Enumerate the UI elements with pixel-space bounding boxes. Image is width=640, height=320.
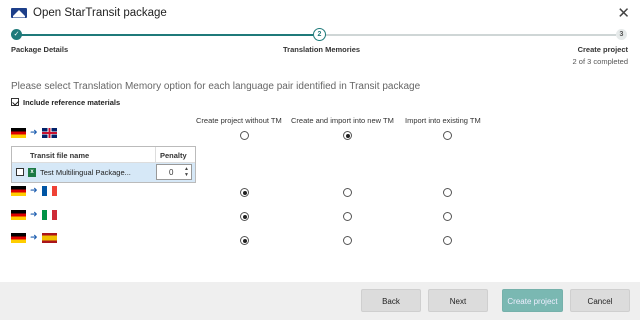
spain-flag-icon	[41, 232, 57, 243]
include-reference-checkbox[interactable]	[11, 98, 19, 106]
stepper-line-completed	[17, 34, 313, 36]
de-it-new-tm-radio[interactable]	[343, 212, 352, 221]
column-header-existing-tm: Import into existing TM	[405, 116, 481, 125]
title-bar: Open StarTransit package ✕	[0, 0, 640, 26]
arrow-right-icon: ➜	[30, 209, 38, 219]
step-1-label: Package Details	[11, 45, 69, 54]
german-flag-icon	[11, 209, 26, 220]
column-header-penalty: Penalty	[160, 151, 187, 160]
german-flag-icon	[11, 185, 26, 196]
instruction-text: Please select Translation Memory option …	[11, 81, 421, 92]
startransit-app-icon	[11, 8, 27, 18]
back-button[interactable]: Back	[361, 289, 421, 312]
excel-file-icon: x	[28, 168, 36, 177]
step-2-indicator: 2	[313, 28, 326, 41]
transit-file-table: Transit file name Penalty x Test Multili…	[11, 146, 196, 183]
file-row-checkbox[interactable]	[16, 168, 24, 176]
penalty-value[interactable]: 0	[169, 168, 173, 177]
close-icon[interactable]: ✕	[617, 4, 630, 22]
transit-file-name: Test Multilingual Package...	[40, 168, 131, 177]
de-en-new-tm-radio[interactable]	[343, 131, 352, 140]
de-es-no-tm-radio[interactable]	[240, 236, 249, 245]
column-divider	[155, 147, 156, 162]
arrow-right-icon: ➜	[30, 127, 38, 137]
de-it-existing-tm-radio[interactable]	[443, 212, 452, 221]
column-header-file-name: Transit file name	[30, 151, 90, 160]
include-reference-label: Include reference materials	[23, 97, 121, 107]
de-en-no-tm-radio[interactable]	[240, 131, 249, 140]
step-2-label: Translation Memories	[283, 45, 361, 54]
de-es-existing-tm-radio[interactable]	[443, 236, 452, 245]
german-flag-icon	[11, 232, 26, 243]
step-progress-text: 2 of 3 completed	[572, 57, 628, 66]
language-pair-de-fr: ➜	[11, 185, 57, 196]
france-flag-icon	[41, 185, 57, 196]
window-title: Open StarTransit package	[33, 7, 167, 19]
table-row[interactable]: x Test Multilingual Package... 0 ▲ ▼	[12, 163, 195, 182]
decrement-arrow-icon[interactable]: ▼	[184, 173, 189, 178]
column-header-new-tm: Create and import into new TM	[291, 116, 394, 125]
step-1-checkmark-icon: ✓	[11, 29, 22, 40]
language-pair-de-it: ➜	[11, 209, 57, 220]
de-fr-existing-tm-radio[interactable]	[443, 188, 452, 197]
create-project-button[interactable]: Create project	[502, 289, 563, 312]
de-it-no-tm-radio[interactable]	[240, 212, 249, 221]
step-3-label: Create project	[577, 45, 628, 54]
next-button[interactable]: Next	[428, 289, 488, 312]
cancel-button[interactable]: Cancel	[570, 289, 630, 312]
de-en-existing-tm-radio[interactable]	[443, 131, 452, 140]
wizard-footer: Back Next Create project Cancel	[0, 282, 640, 320]
stepper-line-pending	[325, 34, 616, 36]
italy-flag-icon	[41, 209, 57, 220]
language-pair-de-en: ➜	[11, 127, 57, 138]
language-pair-de-es: ➜	[11, 232, 57, 243]
arrow-right-icon: ➜	[30, 185, 38, 195]
german-flag-icon	[11, 127, 26, 138]
step-3-indicator: 3	[616, 29, 627, 40]
de-es-new-tm-radio[interactable]	[343, 236, 352, 245]
column-header-no-tm: Create project without TM	[196, 116, 282, 125]
de-fr-new-tm-radio[interactable]	[343, 188, 352, 197]
include-reference-option[interactable]: Include reference materials	[11, 97, 120, 107]
table-header: Transit file name Penalty	[12, 147, 195, 163]
arrow-right-icon: ➜	[30, 232, 38, 242]
penalty-stepper[interactable]: 0 ▲ ▼	[156, 164, 192, 180]
uk-flag-icon	[41, 127, 57, 138]
de-fr-no-tm-radio[interactable]	[240, 188, 249, 197]
